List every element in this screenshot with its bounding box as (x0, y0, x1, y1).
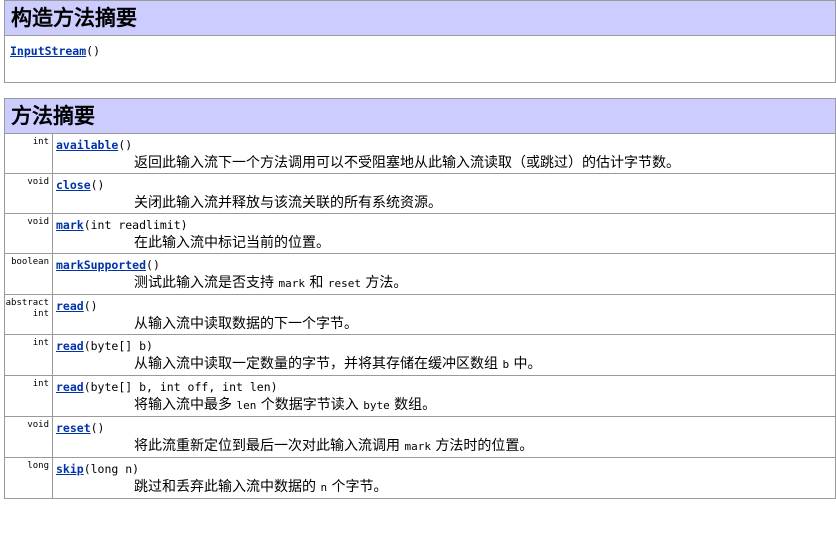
method-description: 从输入流中读取一定数量的字节，并将其存储在缓冲区数组 b 中。 (56, 354, 835, 375)
constructor-row: InputStream() (4, 35, 836, 83)
method-summary-body: 方法摘要 int available() 返回此输入流下一个方法调用可以不受阻塞地从… (4, 98, 836, 499)
description-text: 从输入流中读取数据的下一个字节。 (134, 316, 358, 332)
description-text: 方法。 (360, 275, 408, 291)
method-detail: close() 关闭此输入流并释放与该流关联的所有系统资源。 (52, 173, 836, 214)
method-params: () (118, 138, 133, 152)
return-type-part: int (32, 309, 49, 319)
method-signature: close() (56, 177, 835, 193)
method-detail: read() 从输入流中读取数据的下一个字节。 (52, 294, 836, 335)
description-text: 和 (304, 275, 328, 291)
method-link-skip[interactable]: skip (56, 462, 84, 476)
method-detail: markSupported() 测试此输入流是否支持 mark 和 reset 方… (52, 253, 836, 295)
method-params: (long n) (83, 462, 140, 476)
constructor-signature: InputStream() (10, 44, 100, 58)
method-link-read[interactable]: read (56, 339, 84, 353)
method-link-reset[interactable]: reset (56, 421, 91, 435)
method-signature: read(byte[] b, int off, int len) (56, 379, 835, 395)
description-text: 将输入流中最多 (134, 397, 237, 413)
code-term: mark (278, 277, 305, 290)
constructor-summary-heading: 构造方法摘要 (4, 0, 836, 36)
method-signature: markSupported() (56, 257, 835, 273)
method-signature: mark(int readlimit) (56, 217, 835, 233)
description-text: 测试此输入流是否支持 (134, 275, 279, 291)
method-description: 将输入流中最多 len 个数据字节读入 byte 数组。 (56, 395, 835, 416)
method-row: abstract int read() 从输入流中读取数据的下一个字节。 (4, 294, 836, 335)
method-row: void close() 关闭此输入流并释放与该流关联的所有系统资源。 (4, 173, 836, 214)
code-term: reset (327, 277, 361, 290)
description-text: 数组。 (389, 397, 437, 413)
method-row: long skip(long n) 跳过和丢弃此输入流中数据的 n 个字节。 (4, 457, 836, 499)
method-params: () (83, 299, 98, 313)
code-term: mark (404, 440, 431, 453)
code-term: byte (363, 399, 390, 412)
method-row: int read(byte[] b) 从输入流中读取一定数量的字节，并将其存储在缓冲… (4, 334, 836, 376)
method-signature: reset() (56, 420, 835, 436)
code-term: len (236, 399, 257, 412)
method-description: 在此输入流中标记当前的位置。 (56, 233, 835, 253)
method-detail: read(byte[] b, int off, int len) 将输入流中最多 … (52, 375, 836, 417)
method-description: 关闭此输入流并释放与该流关联的所有系统资源。 (56, 193, 835, 213)
description-text: 个字节。 (327, 479, 388, 495)
description-text: 个数据字节读入 (256, 397, 364, 413)
method-return-type: int (4, 334, 53, 376)
method-description: 返回此输入流下一个方法调用可以不受阻塞地从此输入流读取（或跳过）的估计字节数。 (56, 153, 835, 173)
method-detail: available() 返回此输入流下一个方法调用可以不受阻塞地从此输入流读取（或… (52, 133, 836, 174)
method-link-marksupported[interactable]: markSupported (56, 258, 146, 272)
method-detail: mark(int readlimit) 在此输入流中标记当前的位置。 (52, 213, 836, 254)
method-return-type: long (4, 457, 53, 499)
method-return-type: void (4, 173, 53, 214)
method-params: (int readlimit) (83, 218, 188, 232)
method-row: int available() 返回此输入流下一个方法调用可以不受阻塞地从此输入流读… (4, 133, 836, 174)
description-text: 中。 (509, 356, 542, 372)
method-params: () (90, 178, 105, 192)
method-params: (byte[] b) (83, 339, 153, 353)
method-row: void mark(int readlimit) 在此输入流中标记当前的位置。 (4, 213, 836, 254)
method-return-type: int (4, 375, 53, 417)
method-description: 将此流重新定位到最后一次对此输入流调用 mark 方法时的位置。 (56, 436, 835, 457)
method-summary-heading: 方法摘要 (4, 98, 836, 134)
method-detail: skip(long n) 跳过和丢弃此输入流中数据的 n 个字节。 (52, 457, 836, 499)
method-signature: read(byte[] b) (56, 338, 835, 354)
method-link-close[interactable]: close (56, 178, 91, 192)
method-link-available[interactable]: available (56, 138, 118, 152)
description-text: 跳过和丢弃此输入流中数据的 (134, 479, 321, 495)
method-row: int read(byte[] b, int off, int len) 将输入流中… (4, 375, 836, 417)
method-link-mark[interactable]: mark (56, 218, 84, 232)
method-description: 跳过和丢弃此输入流中数据的 n 个字节。 (56, 477, 835, 498)
method-return-type: int (4, 133, 53, 174)
method-signature: skip(long n) (56, 461, 835, 477)
description-text: 在此输入流中标记当前的位置。 (134, 235, 330, 251)
method-params: (byte[] b, int off, int len) (83, 380, 278, 394)
method-params: () (90, 421, 105, 435)
method-summary-table: 方法摘要 int available() 返回此输入流下一个方法调用可以不受阻塞地从… (4, 98, 836, 499)
method-description: 从输入流中读取数据的下一个字节。 (56, 314, 835, 334)
description-text: 从输入流中读取一定数量的字节，并将其存储在缓冲区数组 (134, 356, 503, 372)
constructor-params: () (86, 44, 101, 58)
method-signature: read() (56, 298, 835, 314)
return-type-part: abstract (5, 298, 49, 308)
method-detail: read(byte[] b) 从输入流中读取一定数量的字节，并将其存储在缓冲区数组… (52, 334, 836, 376)
description-text: 将此流重新定位到最后一次对此输入流调用 (134, 438, 405, 454)
method-row: void reset() 将此流重新定位到最后一次对此输入流调用 mark 方法时的… (4, 416, 836, 458)
method-return-type: abstract int (4, 294, 53, 335)
method-detail: reset() 将此流重新定位到最后一次对此输入流调用 mark 方法时的位置。 (52, 416, 836, 458)
method-link-read[interactable]: read (56, 299, 84, 313)
method-signature: available() (56, 137, 835, 153)
method-link-read[interactable]: read (56, 380, 84, 394)
method-return-type: boolean (4, 253, 53, 295)
description-text: 关闭此输入流并释放与该流关联的所有系统资源。 (134, 195, 442, 211)
constructor-summary-table: 构造方法摘要 InputStream() (4, 0, 836, 83)
method-return-type: void (4, 416, 53, 458)
method-row: boolean markSupported() 测试此输入流是否支持 mark 和 … (4, 253, 836, 295)
description-text: 方法时的位置。 (430, 438, 534, 454)
constructor-link-inputstream[interactable]: InputStream (10, 44, 86, 58)
description-text: 返回此输入流下一个方法调用可以不受阻塞地从此输入流读取（或跳过）的估计字节数。 (134, 155, 680, 171)
method-description: 测试此输入流是否支持 mark 和 reset 方法。 (56, 273, 835, 294)
method-return-type: void (4, 213, 53, 254)
method-params: () (146, 258, 160, 272)
